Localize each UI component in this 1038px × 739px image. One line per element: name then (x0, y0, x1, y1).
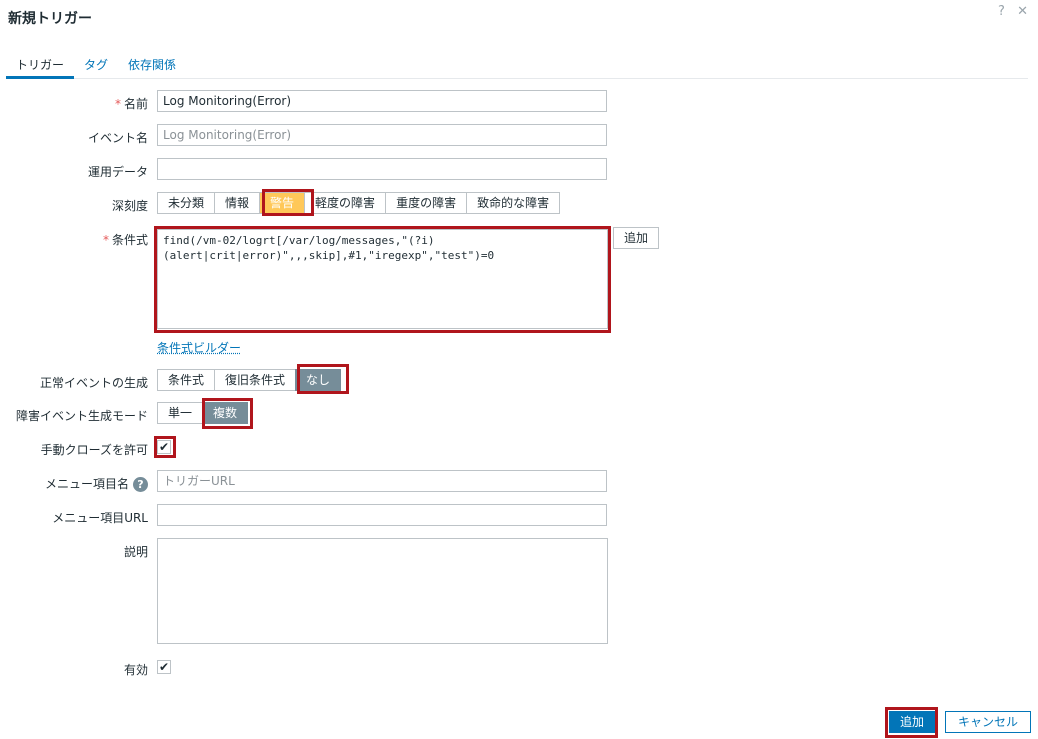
event-name-input[interactable] (157, 124, 607, 146)
name-label: * 名前 (114, 97, 148, 111)
ok-event-selector: 条件式 復旧条件式 なし (157, 369, 342, 391)
problem-mode-multiple[interactable]: 複数 (202, 402, 249, 424)
severity-selector: 未分類 情報 警告 軽度の障害 重度の障害 致命的な障害 (157, 192, 561, 214)
required-marker: * (102, 233, 109, 247)
tab-tags[interactable]: タグ (84, 56, 108, 73)
expression-add-button[interactable]: 追加 (613, 227, 660, 249)
close-icon[interactable]: ✕ (1017, 4, 1028, 19)
tab-bar: トリガー タグ 依存関係 (6, 50, 1028, 79)
expression-label: * 条件式 (102, 233, 148, 247)
problem-mode-selector: 単一 複数 (157, 402, 249, 424)
expression-builder-link[interactable]: 条件式ビルダー (157, 339, 241, 356)
required-marker: * (114, 97, 121, 111)
severity-warning[interactable]: 警告 (259, 192, 306, 214)
url-name-input[interactable] (157, 470, 607, 492)
ok-event-expression[interactable]: 条件式 (157, 369, 216, 391)
url-name-label: メニュー項目名? (45, 475, 148, 492)
description-textarea[interactable] (157, 538, 608, 644)
severity-label: 深刻度 (111, 199, 148, 213)
manual-close-label: 手動クローズを許可 (40, 443, 148, 457)
tab-dependencies[interactable]: 依存関係 (128, 56, 176, 73)
enabled-label: 有効 (123, 663, 148, 677)
severity-average[interactable]: 軽度の障害 (304, 192, 387, 214)
add-button[interactable]: 追加 (889, 711, 936, 733)
help-icon[interactable]: ? (998, 4, 1005, 19)
severity-not-classified[interactable]: 未分類 (157, 192, 216, 214)
event-name-label: イベント名 (87, 131, 148, 145)
tab-trigger[interactable]: トリガー (16, 56, 64, 73)
manual-close-checkbox[interactable]: ✔ (157, 440, 171, 454)
url-label: メニュー項目URL (52, 511, 148, 525)
cancel-button[interactable]: キャンセル (945, 711, 1032, 733)
help-icon[interactable]: ? (133, 477, 148, 492)
enabled-checkbox[interactable]: ✔ (157, 660, 171, 674)
ok-event-label: 正常イベントの生成 (39, 376, 148, 390)
header-icons: ? ✕ (990, 4, 1028, 19)
url-input[interactable] (157, 504, 607, 526)
checkmark-icon: ✔ (158, 440, 170, 454)
dialog-title: 新規トリガー (8, 11, 92, 27)
name-input[interactable] (157, 90, 607, 112)
expression-textarea[interactable]: find(/vm-02/logrt[/var/log/messages,"(?i… (157, 229, 608, 329)
description-label: 説明 (123, 545, 148, 559)
opdata-input[interactable] (157, 158, 607, 180)
severity-disaster[interactable]: 致命的な障害 (466, 192, 561, 214)
ok-event-recovery-expression[interactable]: 復旧条件式 (214, 369, 297, 391)
ok-event-none[interactable]: なし (295, 369, 342, 391)
checkmark-icon: ✔ (158, 660, 170, 674)
opdata-label: 運用データ (87, 165, 148, 179)
problem-mode-label: 障害イベント生成モード (15, 409, 148, 423)
severity-information[interactable]: 情報 (214, 192, 261, 214)
problem-mode-single[interactable]: 単一 (157, 402, 204, 424)
severity-high[interactable]: 重度の障害 (385, 192, 468, 214)
active-tab-indicator (6, 76, 74, 79)
